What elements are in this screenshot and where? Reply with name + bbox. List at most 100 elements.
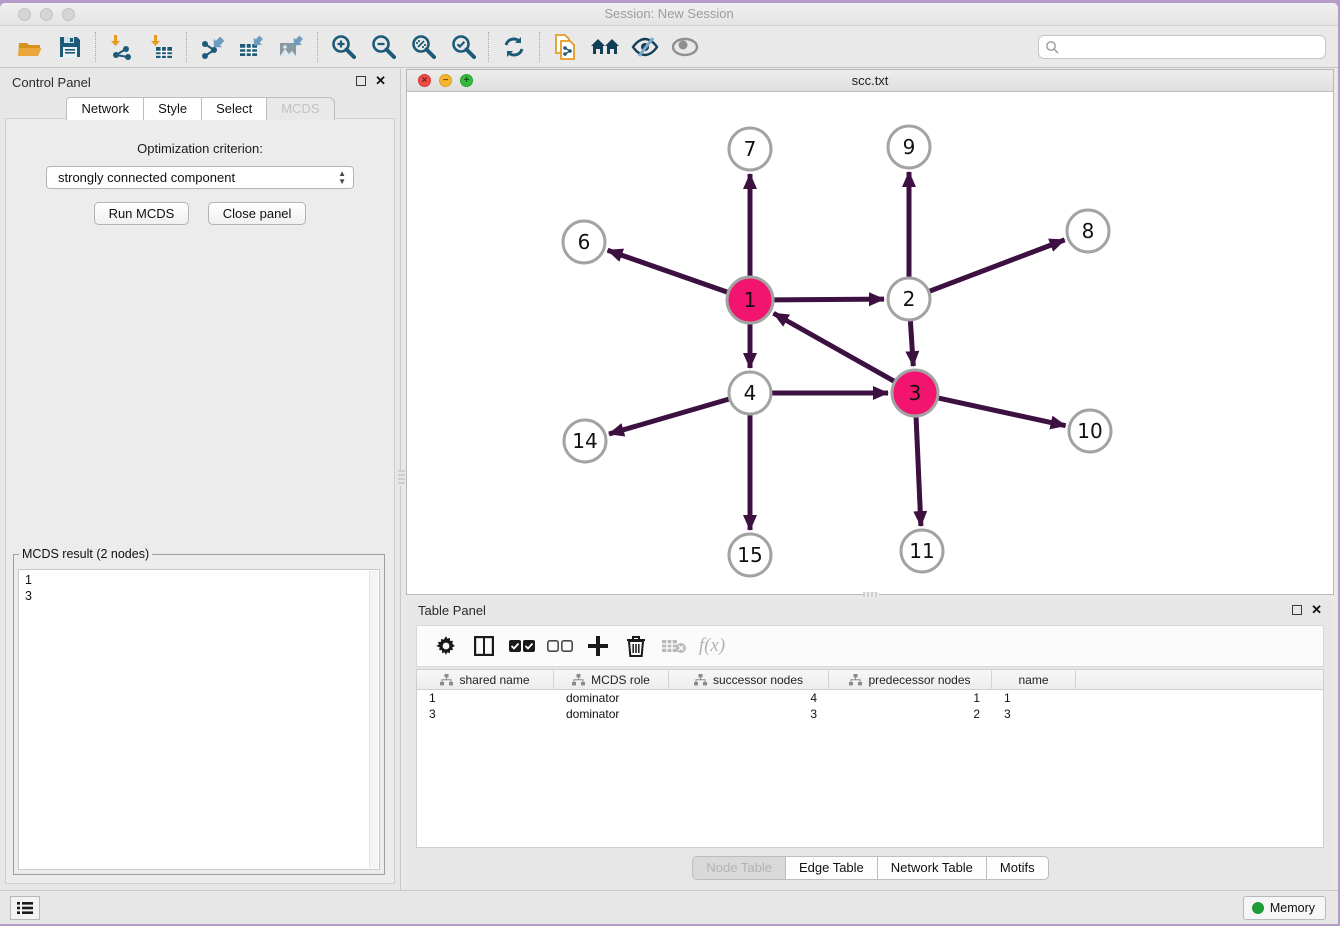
zoom-selected-icon[interactable] bbox=[443, 30, 483, 64]
horizontal-splitter-grip[interactable] bbox=[863, 592, 879, 597]
import-network-icon[interactable] bbox=[101, 30, 141, 64]
search-input[interactable] bbox=[1059, 39, 1319, 55]
fx-label: f(x) bbox=[699, 635, 725, 657]
column-header-shared-name[interactable]: shared name bbox=[417, 670, 554, 689]
graph-edge-2-8[interactable] bbox=[930, 240, 1065, 291]
gear-icon[interactable] bbox=[427, 630, 465, 662]
refresh-layout-icon[interactable] bbox=[494, 30, 534, 64]
zoom-fit-icon[interactable] bbox=[403, 30, 443, 64]
select-all-checkboxes-icon[interactable] bbox=[503, 630, 541, 662]
graph-node-3[interactable]: 3 bbox=[892, 370, 938, 416]
column-header-successor-nodes[interactable]: successor nodes bbox=[669, 670, 829, 689]
hide-panel-eye-icon[interactable] bbox=[625, 30, 665, 64]
scrollbar-track[interactable] bbox=[369, 571, 378, 868]
table-cell[interactable]: 3 bbox=[992, 706, 1076, 722]
memory-status-dot bbox=[1252, 902, 1264, 914]
float-table-panel-icon[interactable] bbox=[1292, 605, 1302, 615]
graph-edge-3-1[interactable] bbox=[774, 313, 895, 381]
duplicate-network-icon[interactable] bbox=[545, 30, 585, 64]
graph-edge-3-10[interactable] bbox=[938, 398, 1065, 426]
split-columns-icon[interactable] bbox=[465, 630, 503, 662]
graph-edge-4-14[interactable] bbox=[609, 399, 729, 434]
home-networks-icon[interactable] bbox=[585, 30, 625, 64]
network-window-titlebar[interactable]: × − + scc.txt bbox=[407, 70, 1333, 92]
mcds-result-list[interactable]: 13 bbox=[18, 569, 380, 870]
graph-node-14[interactable]: 14 bbox=[564, 420, 606, 462]
vertical-splitter-grip[interactable] bbox=[398, 470, 405, 486]
main-toolbar bbox=[0, 26, 1338, 68]
graph-node-8[interactable]: 8 bbox=[1067, 210, 1109, 252]
function-builder-icon[interactable]: f(x) bbox=[693, 630, 731, 662]
tab-network-table[interactable]: Network Table bbox=[877, 856, 987, 880]
graph-node-10[interactable]: 10 bbox=[1069, 410, 1111, 452]
graph-node-11[interactable]: 11 bbox=[901, 530, 943, 572]
tab-mcds[interactable]: MCDS bbox=[266, 97, 334, 120]
show-eye-icon[interactable] bbox=[665, 30, 705, 64]
close-panel-icon[interactable]: ✕ bbox=[375, 73, 386, 89]
table-cell[interactable]: 2 bbox=[829, 706, 992, 722]
tab-edge-table[interactable]: Edge Table bbox=[785, 856, 878, 880]
column-header-predecessor-nodes[interactable]: predecessor nodes bbox=[829, 670, 992, 689]
network-canvas[interactable]: 7 9 6 8 1 2 4 3 14 10 15 11 bbox=[407, 92, 1333, 594]
column-header-label: MCDS role bbox=[591, 673, 650, 687]
tab-motifs[interactable]: Motifs bbox=[986, 856, 1049, 880]
delete-column-icon[interactable] bbox=[617, 630, 655, 662]
graph-node-6[interactable]: 6 bbox=[563, 221, 605, 263]
tab-network[interactable]: Network bbox=[66, 97, 144, 120]
tab-node-table[interactable]: Node Table bbox=[692, 856, 786, 880]
table-cell[interactable]: dominator bbox=[554, 690, 669, 706]
add-column-icon[interactable] bbox=[579, 630, 617, 662]
export-network-icon[interactable] bbox=[192, 30, 232, 64]
graph-node-label: 2 bbox=[903, 287, 916, 311]
graph-edge-2-3[interactable] bbox=[910, 321, 913, 366]
zoom-in-icon[interactable] bbox=[323, 30, 363, 64]
close-table-panel-icon[interactable]: ✕ bbox=[1311, 602, 1322, 618]
table-row[interactable]: 1dominator411 bbox=[417, 690, 1323, 706]
graph-node-7[interactable]: 7 bbox=[729, 128, 771, 170]
list-icon bbox=[17, 901, 33, 915]
save-session-icon[interactable] bbox=[50, 30, 90, 64]
export-table-icon[interactable] bbox=[232, 30, 272, 64]
export-image-icon[interactable] bbox=[272, 30, 312, 64]
float-panel-icon[interactable] bbox=[356, 76, 366, 86]
network-graph[interactable]: 7 9 6 8 1 2 4 3 14 10 15 11 bbox=[407, 92, 1333, 594]
table-row[interactable]: 3dominator323 bbox=[417, 706, 1323, 722]
graph-edge-1-2[interactable] bbox=[774, 299, 884, 300]
table-cell[interactable]: 1 bbox=[417, 690, 554, 706]
control-panel: Control Panel ✕ NetworkStyleSelectMCDS O… bbox=[0, 69, 401, 890]
table-cell[interactable]: 3 bbox=[417, 706, 554, 722]
optimization-criterion-value: strongly connected component bbox=[58, 170, 235, 185]
tab-style[interactable]: Style bbox=[143, 97, 202, 120]
graph-edge-3-11[interactable] bbox=[916, 417, 921, 526]
graph-node-1[interactable]: 1 bbox=[727, 277, 773, 323]
open-folder-icon[interactable] bbox=[10, 30, 50, 64]
run-mcds-button[interactable]: Run MCDS bbox=[94, 202, 190, 225]
table-cell[interactable]: 3 bbox=[669, 706, 829, 722]
table-cell[interactable]: 1 bbox=[829, 690, 992, 706]
table-cell[interactable]: dominator bbox=[554, 706, 669, 722]
status-menu-button[interactable] bbox=[10, 896, 40, 920]
control-panel-tabs: NetworkStyleSelectMCDS bbox=[0, 97, 400, 119]
graph-node-2[interactable]: 2 bbox=[888, 278, 930, 320]
column-header-label: successor nodes bbox=[713, 673, 803, 687]
memory-button[interactable]: Memory bbox=[1243, 896, 1326, 920]
column-header-name[interactable]: name bbox=[992, 670, 1076, 689]
mcds-result-line: 3 bbox=[25, 588, 373, 604]
network-window-title: scc.txt bbox=[407, 73, 1333, 88]
tab-select[interactable]: Select bbox=[201, 97, 267, 120]
graph-node-9[interactable]: 9 bbox=[888, 126, 930, 168]
table-cell[interactable]: 1 bbox=[992, 690, 1076, 706]
optimization-criterion-select[interactable]: strongly connected component ▲▼ bbox=[46, 166, 354, 189]
zoom-out-icon[interactable] bbox=[363, 30, 403, 64]
toolbar-separator bbox=[317, 32, 318, 62]
table-cell[interactable]: 4 bbox=[669, 690, 829, 706]
graph-edge-1-6[interactable] bbox=[608, 250, 728, 292]
deselect-all-checkboxes-icon[interactable] bbox=[541, 630, 579, 662]
import-table-icon[interactable] bbox=[141, 30, 181, 64]
status-bar: Memory bbox=[0, 890, 1338, 924]
delete-table-icon[interactable] bbox=[655, 630, 693, 662]
graph-node-15[interactable]: 15 bbox=[729, 534, 771, 576]
column-header-MCDS-role[interactable]: MCDS role bbox=[554, 670, 669, 689]
graph-node-4[interactable]: 4 bbox=[729, 372, 771, 414]
close-panel-button[interactable]: Close panel bbox=[208, 202, 307, 225]
